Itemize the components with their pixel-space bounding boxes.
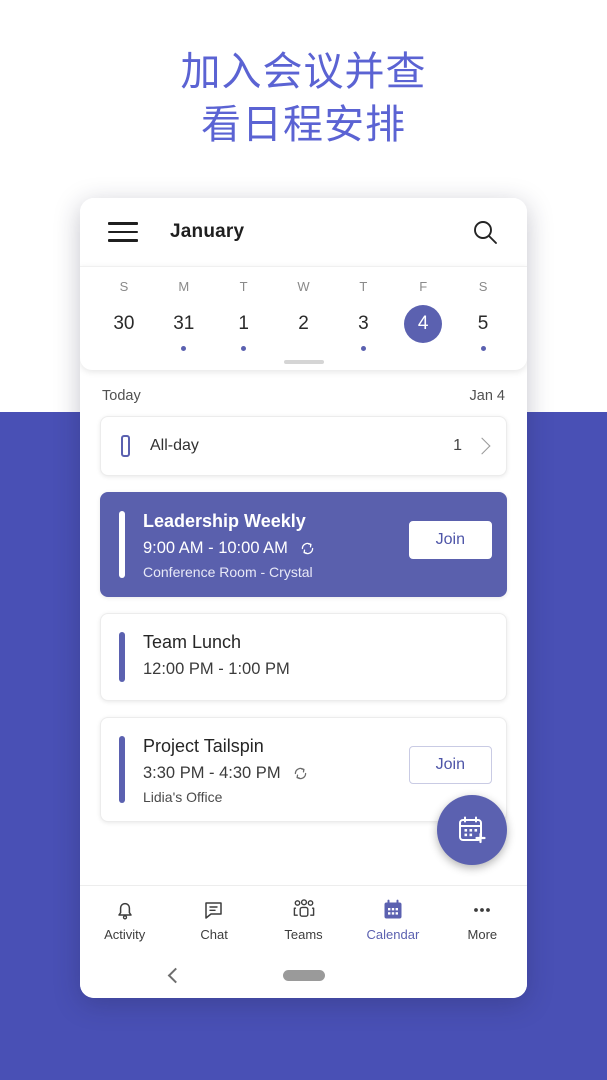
event-dot <box>480 346 486 351</box>
weekday-header-row: S M T W T F S <box>80 279 527 294</box>
allday-label: All-day <box>150 437 199 454</box>
event-dot <box>241 346 247 351</box>
event-details: Team Lunch 12:00 PM - 1:00 PM <box>143 630 492 679</box>
app-bar: January <box>80 198 527 266</box>
nav-label: Chat <box>200 926 228 942</box>
event-card[interactable]: Leadership Weekly 9:00 AM - 10:00 AM Con… <box>100 492 507 597</box>
date-cell-6[interactable]: 5 <box>453 305 513 351</box>
join-button[interactable]: Join <box>408 746 492 784</box>
nav-label: Activity <box>104 926 146 942</box>
bell-icon <box>117 902 132 919</box>
system-navigation-bar <box>80 953 527 998</box>
nav-item-chat[interactable]: Chat <box>169 898 258 942</box>
calendar-week-strip[interactable]: S M T W T F S 30 31 1 2 3 4 5 <box>80 266 527 370</box>
nav-label: Teams <box>284 926 323 942</box>
event-location: Lidia's Office <box>143 789 223 805</box>
today-date: Jan 4 <box>469 388 505 404</box>
nav-label: Calendar <box>366 926 420 942</box>
date-cell-4[interactable]: 3 <box>333 305 393 351</box>
recurring-icon <box>294 767 306 780</box>
event-time-row: 3:30 PM - 4:30 PM <box>143 764 401 783</box>
date-number: 30 <box>113 313 135 334</box>
nav-item-teams[interactable]: Teams <box>259 898 348 942</box>
date-number: 5 <box>477 313 489 334</box>
weekday-label: W <box>297 279 310 294</box>
weekday-label: F <box>419 279 428 294</box>
nav-item-calendar[interactable]: Calendar <box>348 898 437 942</box>
weekday-label: S <box>478 279 488 294</box>
date-number: 3 <box>358 313 369 334</box>
event-time-row: 9:00 AM - 10:00 AM <box>143 539 401 558</box>
drag-handle[interactable] <box>283 360 324 364</box>
event-time: 12:00 PM - 1:00 PM <box>143 660 290 678</box>
date-number: 4 <box>404 305 443 343</box>
agenda-list: Today Jan 4 All-day 1 Leadership Weekly … <box>80 370 527 885</box>
promo-headline: 加入会议并查 看日程安排 <box>180 50 427 147</box>
event-row[interactable]: Leadership Weekly 9:00 AM - 10:00 AM Con… <box>101 493 506 596</box>
back-chevron-icon[interactable] <box>167 967 184 984</box>
event-row[interactable]: Team Lunch 12:00 PM - 1:00 PM <box>101 614 506 700</box>
event-dot <box>360 346 366 351</box>
date-number: 2 <box>298 313 309 334</box>
nav-item-activity[interactable]: Activity <box>80 898 169 942</box>
weekday-label: S <box>119 279 129 294</box>
event-title: Leadership Weekly <box>143 511 306 531</box>
event-details: Project Tailspin 3:30 PM - 4:30 PM Lidia… <box>143 734 401 805</box>
date-cell-1[interactable]: 31 <box>154 305 214 351</box>
nav-label: More <box>467 926 498 942</box>
date-cell-3[interactable]: 2 <box>274 305 334 351</box>
teams-icon <box>293 898 314 917</box>
recurring-icon <box>301 542 314 555</box>
date-number: 1 <box>238 313 249 334</box>
calendar-add-icon <box>459 816 486 844</box>
date-cell-2[interactable]: 1 <box>214 305 274 351</box>
weekday-label: T <box>239 279 248 294</box>
event-accent-bar <box>119 736 125 803</box>
date-row: 30 31 1 2 3 4 5 <box>80 305 527 351</box>
chevron-right-icon[interactable] <box>473 437 491 455</box>
calendar-icon <box>384 899 402 918</box>
hamburger-menu-icon[interactable] <box>108 222 138 242</box>
bottom-navigation: Activity Chat Teams Calendar More <box>80 885 527 953</box>
page-title: January <box>170 221 245 242</box>
join-button[interactable]: Join <box>408 521 492 559</box>
date-number: 31 <box>173 313 195 334</box>
event-time-row: 12:00 PM - 1:00 PM <box>143 660 492 679</box>
chat-icon <box>205 901 222 919</box>
event-card[interactable]: Team Lunch 12:00 PM - 1:00 PM <box>100 613 507 701</box>
event-accent-bar <box>119 511 125 578</box>
today-header-row: Today Jan 4 <box>80 370 527 416</box>
new-event-fab[interactable] <box>437 795 507 865</box>
nav-item-more[interactable]: More <box>438 898 527 942</box>
event-title: Team Lunch <box>143 632 242 652</box>
allday-accent-bar <box>121 435 130 457</box>
phone-mockup: January S M T W T F S 30 31 1 2 3 4 5 To… <box>80 198 527 998</box>
event-location: Conference Room - Crystal <box>143 564 313 580</box>
event-time: 3:30 PM - 4:30 PM <box>143 764 281 782</box>
allday-row[interactable]: All-day 1 <box>101 417 506 475</box>
weekday-label: M <box>178 279 190 294</box>
event-accent-bar <box>119 632 125 682</box>
home-pill-icon[interactable] <box>282 970 325 981</box>
event-dot <box>181 346 187 351</box>
event-title: Project Tailspin <box>143 736 264 756</box>
allday-count: 1 <box>453 437 462 454</box>
ellipsis-icon <box>474 907 491 912</box>
today-label: Today <box>102 388 141 404</box>
date-cell-selected[interactable]: 4 <box>393 305 453 351</box>
event-details: Leadership Weekly 9:00 AM - 10:00 AM Con… <box>143 509 401 580</box>
allday-card[interactable]: All-day 1 <box>100 416 507 476</box>
drag-handle-wrap[interactable] <box>80 360 527 364</box>
weekday-label: T <box>359 279 368 294</box>
search-icon[interactable] <box>471 218 499 246</box>
event-time: 9:00 AM - 10:00 AM <box>143 539 288 557</box>
date-cell-0[interactable]: 30 <box>94 305 154 351</box>
